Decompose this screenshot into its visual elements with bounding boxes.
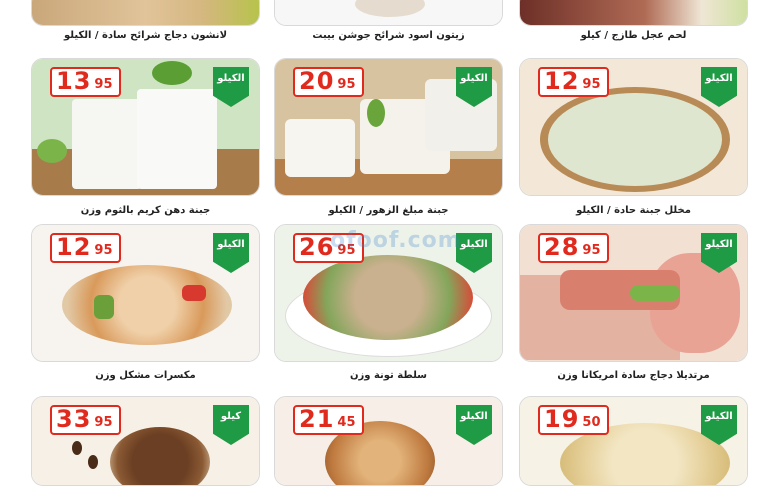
price-decimal: 50 <box>582 415 601 430</box>
product-card-mortadella[interactable]: 28 95 الكيلو <box>519 224 748 362</box>
price-decimal: 45 <box>337 415 356 430</box>
price-integer: 33 <box>56 405 92 433</box>
top-product-card-1[interactable] <box>519 0 748 26</box>
product-title: جبنة مبلغ الزهور / الكيلو <box>328 205 449 216</box>
price-decimal: 95 <box>337 77 356 92</box>
price-decimal: 95 <box>582 77 601 92</box>
price-integer: 19 <box>544 405 580 433</box>
price-integer: 12 <box>544 67 580 95</box>
product-photo <box>32 0 259 25</box>
product-title: لحم عجل طازج / كيلو <box>580 30 687 41</box>
price-tag: 28 95 <box>538 233 609 263</box>
price-tag: 21 45 <box>293 405 364 435</box>
price-tag: 19 50 <box>538 405 609 435</box>
price-integer: 12 <box>56 233 92 261</box>
price-integer: 21 <box>299 405 335 433</box>
price-decimal: 95 <box>582 243 601 258</box>
price-tag: 20 95 <box>293 67 364 97</box>
price-integer: 28 <box>544 233 580 261</box>
price-tag: 12 95 <box>50 233 121 263</box>
product-photo <box>275 0 502 25</box>
product-title: سلطة تونة وزن <box>349 370 428 381</box>
product-title: مكسرات مشكل وزن <box>95 370 196 381</box>
product-title: لانشون دجاج شرائح سادة / الكيلو <box>63 30 228 41</box>
price-decimal: 95 <box>94 415 113 430</box>
product-title: مرتديلا دجاج سادة امريكانا وزن <box>557 370 710 381</box>
price-tag: 13 95 <box>50 67 121 97</box>
product-card-mixed-nuts[interactable]: 12 95 الكيلو <box>31 224 260 362</box>
product-card-pistachio[interactable]: 19 50 الكيلو <box>519 396 748 486</box>
product-card-nuts[interactable]: 21 45 الكيلو <box>274 396 503 486</box>
product-photo <box>520 0 747 25</box>
product-title: زيتون اسود شرائح جوشن بيبت <box>312 30 465 41</box>
product-title: مخلل جبنة حادة / الكيلو <box>576 205 691 216</box>
top-product-card-3[interactable] <box>31 0 260 26</box>
product-card-white-cheese[interactable]: 20 95 الكيلو <box>274 58 503 196</box>
watermark: ofoof.com <box>330 228 462 253</box>
price-decimal: 95 <box>94 77 113 92</box>
price-integer: 20 <box>299 67 335 95</box>
top-product-card-2[interactable] <box>274 0 503 26</box>
product-card-coffee[interactable]: 33 95 كيلو <box>31 396 260 486</box>
price-decimal: 95 <box>94 243 113 258</box>
product-card-mish-cheese[interactable]: 12 95 الكيلو <box>519 58 748 196</box>
price-integer: 13 <box>56 67 92 95</box>
product-title: جبنة دهن كريم بالثوم وزن <box>80 205 211 216</box>
price-tag: 33 95 <box>50 405 121 435</box>
price-tag: 12 95 <box>538 67 609 97</box>
product-card-cream-cheese[interactable]: 13 95 الكيلو <box>31 58 260 196</box>
